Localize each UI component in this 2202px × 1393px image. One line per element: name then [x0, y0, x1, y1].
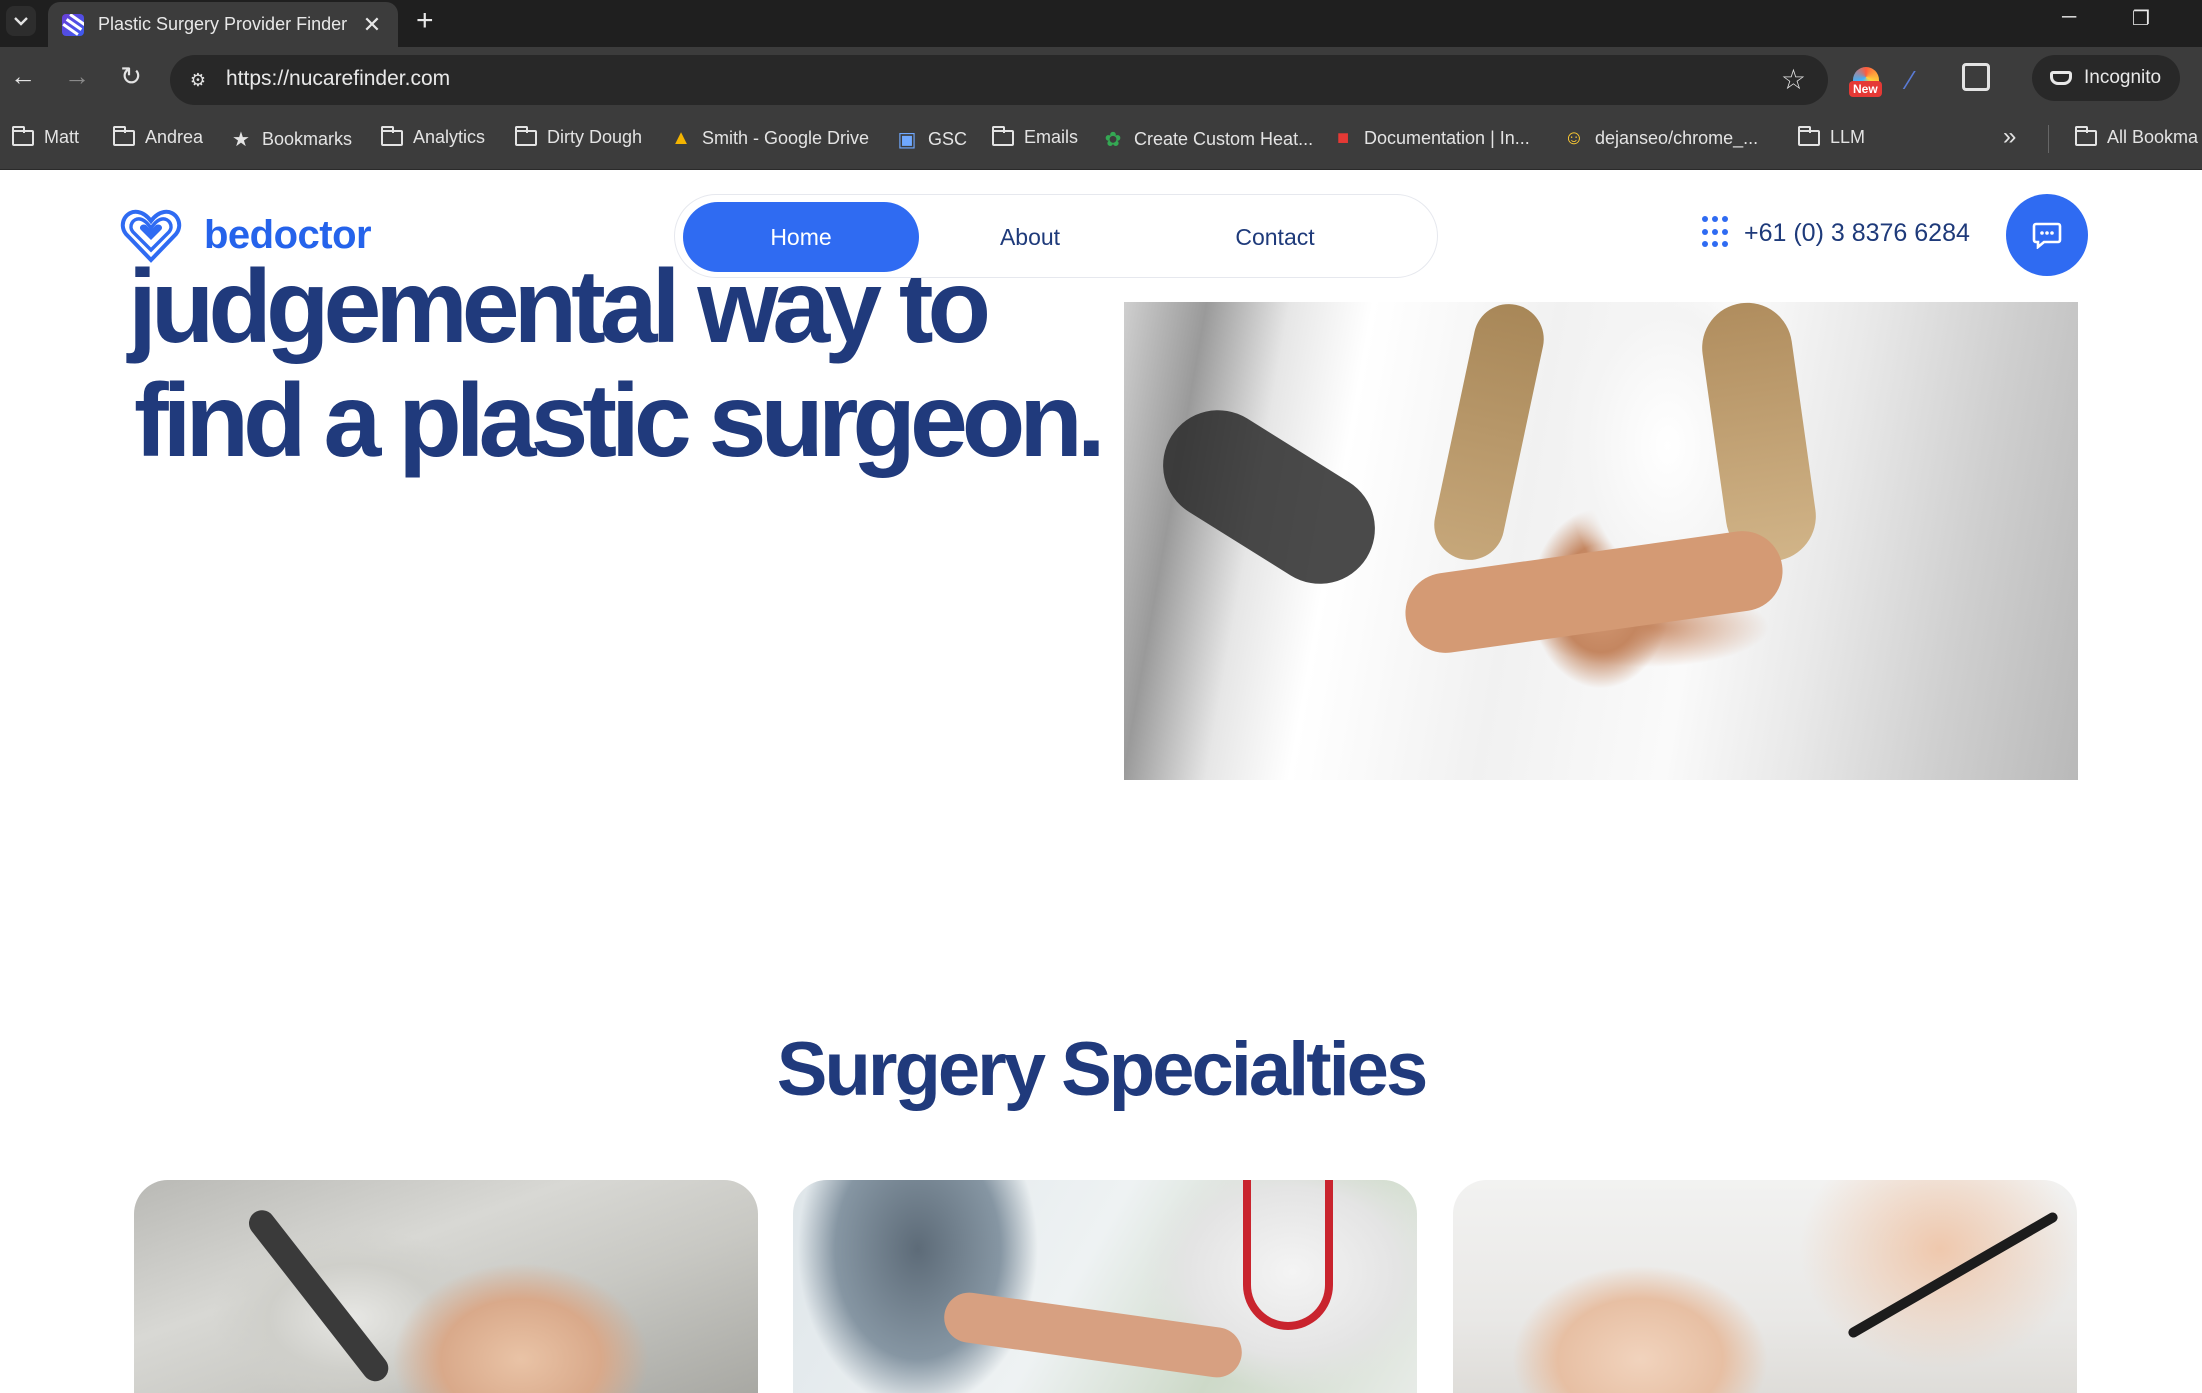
folder-icon [1798, 125, 1820, 146]
restore-window-icon[interactable]: ❐ [2132, 6, 2150, 31]
site-settings-icon[interactable]: ⚙ [184, 66, 212, 94]
bookmark-label: dejanseo/chrome_... [1595, 128, 1759, 148]
phone-number-text: +61 (0) 3 8376 6284 [1744, 218, 1970, 247]
back-arrow-icon[interactable]: ← [6, 61, 40, 92]
site-logo[interactable]: bedoctor [120, 206, 372, 264]
main-nav: Home About Contact [674, 194, 1438, 278]
hugging-face-icon: ☺ [1563, 127, 1585, 149]
chat-button[interactable] [2006, 194, 2088, 276]
heart-logo-icon [120, 209, 182, 263]
bookmark-all-bookmarks[interactable]: All Bookma [2075, 125, 2199, 148]
brand-name: bedoctor [204, 212, 372, 257]
specialty-card-pediatrics-image[interactable] [1453, 1180, 2077, 1393]
new-tab-button[interactable]: + [416, 4, 434, 38]
minimize-window-icon[interactable]: ─ [2062, 6, 2076, 29]
bookmark-matt[interactable]: Matt [12, 125, 80, 148]
specialty-card-dermatology-image[interactable] [134, 1180, 758, 1393]
phone-number-link[interactable]: +61 (0) 3 8376 6284 [1702, 216, 1970, 250]
nav-contact-link[interactable]: Contact [1165, 202, 1385, 272]
bookmarks-bar: Matt Andrea ★ Bookmarks Analytics Dirty D… [0, 109, 2202, 170]
hero-image-nurse [1124, 302, 2078, 780]
bookmark-google-drive[interactable]: ▲ Smith - Google Drive [670, 127, 869, 150]
gsc-icon: ▣ [897, 129, 917, 151]
bookmark-label: Bookmarks [262, 129, 353, 149]
tab-search-button[interactable] [6, 6, 36, 36]
bookmark-documentation[interactable]: ■ Documentation | In... [1332, 127, 1530, 150]
bookmark-custom-heatmap[interactable]: ✿ Create Custom Heat... [1102, 127, 1313, 152]
new-badge: New [1849, 81, 1882, 97]
bookmark-star-icon[interactable]: ☆ [1781, 63, 1806, 96]
forward-arrow-icon[interactable]: → [60, 61, 94, 92]
bookmark-dirty-dough[interactable]: Dirty Dough [515, 125, 643, 148]
tab-title: Plastic Surgery Provider Finder [98, 14, 348, 34]
bookmark-label: Emails [1024, 127, 1079, 147]
bookmark-label: Andrea [145, 127, 204, 147]
folder-icon [381, 125, 403, 146]
chevron-down-icon [14, 17, 28, 26]
folder-icon [515, 125, 537, 146]
dialpad-icon [1702, 216, 1728, 250]
url-text[interactable]: https://nucarefinder.com [226, 67, 450, 91]
bookmark-label: Documentation | In... [1364, 128, 1530, 148]
bookmark-bookmarks[interactable]: ★ Bookmarks [230, 127, 352, 152]
bookmark-label: Smith - Google Drive [702, 128, 870, 148]
browser-tab-bar: Plastic Surgery Provider Finder ✕ + ─ ❐ [0, 0, 2202, 47]
extension-new-icon[interactable]: New [1849, 67, 1883, 101]
more-bookmarks-icon[interactable]: » [2003, 123, 2016, 151]
folder-icon [2075, 125, 2097, 146]
specialty-card-blood-pressure-image[interactable] [793, 1180, 1417, 1393]
bookmark-dejanseo[interactable]: ☺ dejanseo/chrome_... [1563, 127, 1758, 150]
folder-icon [992, 125, 1014, 146]
extension-feather-icon[interactable]: ⁄ [1908, 65, 1912, 96]
incognito-label: Incognito [2084, 67, 2162, 88]
nav-about-link[interactable]: About [945, 202, 1115, 272]
nav-home-button[interactable]: Home [683, 202, 919, 272]
heatmap-site-icon: ✿ [1104, 129, 1122, 151]
address-bar[interactable]: ⚙ https://nucarefinder.com ☆ [170, 55, 1828, 105]
star-icon: ★ [232, 129, 250, 151]
specialties-title: Surgery Specialties [776, 1027, 1428, 1112]
google-drive-icon: ▲ [671, 127, 691, 149]
bookmark-label: Matt [44, 127, 80, 147]
folder-icon [113, 125, 135, 146]
close-tab-icon[interactable]: ✕ [360, 12, 384, 38]
webpage: judgemental way to find a plastic surgeo… [0, 170, 2202, 1393]
incognito-icon [2050, 71, 2072, 85]
hero-heading-line-2: find a plastic surgeon. [134, 363, 1106, 479]
documentation-site-icon: ■ [1336, 127, 1350, 149]
bookmark-label: All Bookma [2107, 127, 2199, 147]
bookmark-label: Dirty Dough [547, 127, 643, 147]
extensions-puzzle-icon[interactable] [1962, 63, 1990, 91]
folder-icon [12, 125, 34, 146]
bookmark-label: GSC [928, 129, 968, 149]
bookmark-llm[interactable]: LLM [1798, 125, 1866, 148]
bookmark-analytics[interactable]: Analytics [381, 125, 486, 148]
bookmark-label: Analytics [413, 127, 486, 147]
bookmark-andrea[interactable]: Andrea [113, 125, 204, 148]
bookmark-emails[interactable]: Emails [992, 125, 1079, 148]
site-favicon-icon [62, 13, 84, 36]
incognito-indicator[interactable]: Incognito [2032, 55, 2180, 101]
bookmarks-divider [2048, 125, 2049, 153]
bookmark-label: LLM [1830, 127, 1866, 147]
browser-toolbar: ← → ↻ ⚙ https://nucarefinder.com ☆ New ⁄… [0, 47, 2202, 109]
reload-icon[interactable]: ↻ [114, 61, 148, 92]
active-tab[interactable]: Plastic Surgery Provider Finder ✕ [48, 2, 398, 47]
chat-bubble-icon [2032, 222, 2062, 249]
bookmark-gsc[interactable]: ▣ GSC [896, 127, 967, 152]
bookmark-label: Create Custom Heat... [1134, 129, 1314, 149]
